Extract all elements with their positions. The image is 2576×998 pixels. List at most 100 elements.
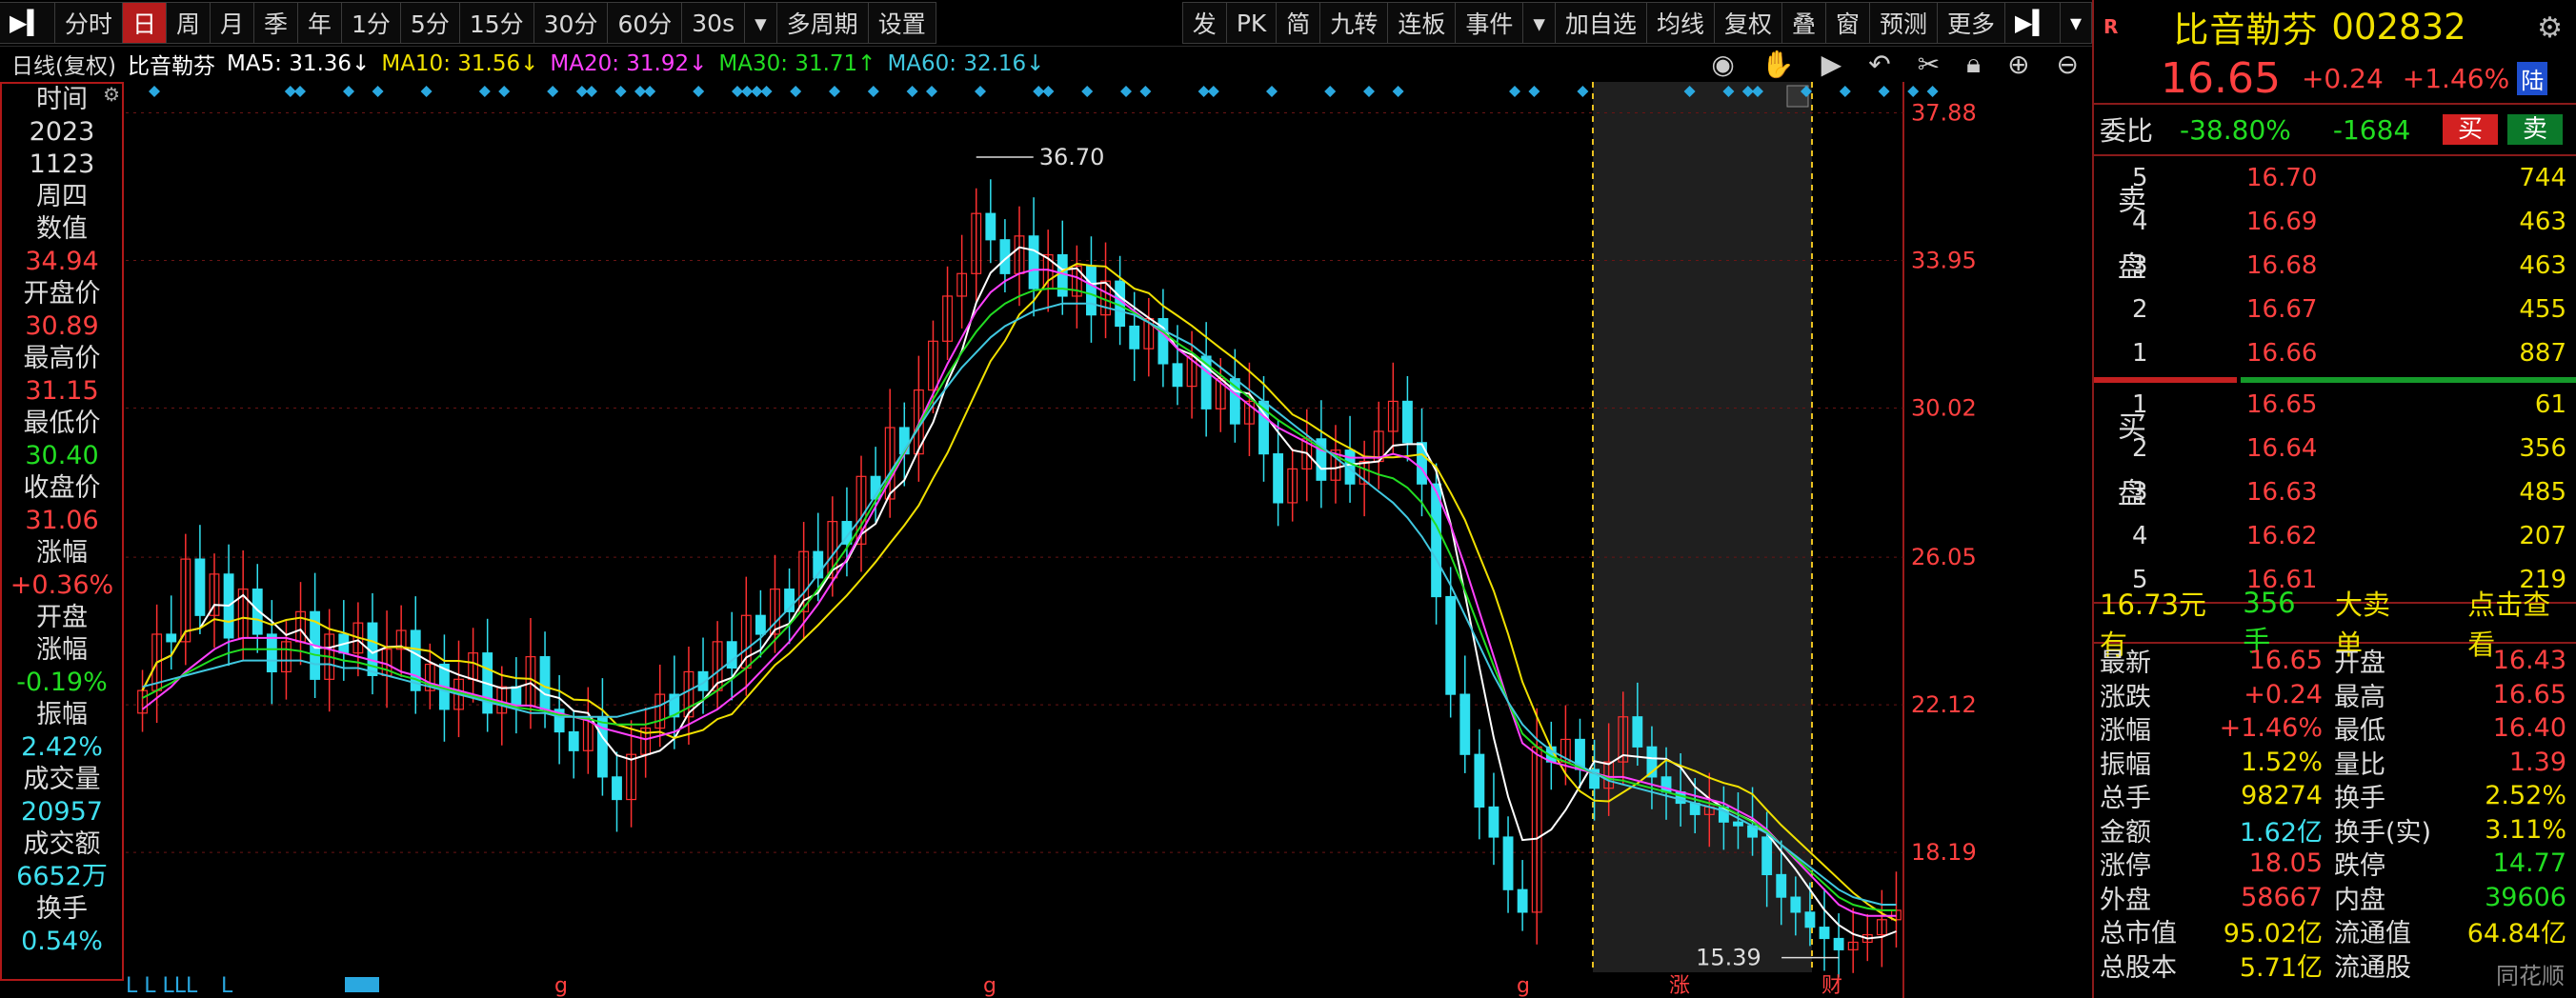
asks-row[interactable]: 3 16.68 463 — [2094, 244, 2576, 288]
weibi-diff: -1684 — [2332, 113, 2411, 146]
scissors-icon[interactable]: ✂ — [1918, 49, 1940, 80]
connect-badge: 陆 — [2517, 61, 2548, 95]
zoom-in-icon[interactable]: ⊕ — [2007, 49, 2029, 80]
asks-row[interactable]: 5 16.70 744 — [2094, 156, 2576, 200]
period-tab-3[interactable]: 月 — [209, 2, 254, 44]
period-tab-6[interactable]: 1分 — [341, 2, 401, 44]
bids-level: 2 — [2132, 434, 2148, 463]
stat-key: 金额 — [2100, 817, 2151, 848]
ask-book: 卖盘 5 16.70 744 4 16.69 463 3 16.68 463 2 16.67 455 1… — [2094, 156, 2576, 375]
zoom-out-icon[interactable]: ⊖ — [2057, 49, 2079, 80]
bottom-event-mark: 涨 — [1669, 974, 1690, 998]
lock-icon[interactable]: 🔒︎ — [1966, 48, 1981, 80]
play-icon[interactable]: ▶ — [1821, 49, 1842, 80]
big-order-bar[interactable]: 16.73元有 356手 大卖单 点击查看 — [2094, 587, 2576, 661]
bids-level: 1 — [2132, 390, 2148, 419]
stat-value: +1.46% — [2219, 713, 2323, 744]
bottom-event-mark: g — [1517, 974, 1530, 998]
bids-row[interactable]: 4 16.62 207 — [2094, 514, 2576, 558]
tool-button-8[interactable]: 复权 — [1713, 2, 1782, 44]
tool-button-6[interactable]: 加自选 — [1554, 2, 1647, 44]
bids-row[interactable]: 3 16.63 485 — [2094, 470, 2576, 514]
event-dropdown-icon[interactable]: ▾ — [1522, 2, 1556, 44]
period-tab-13[interactable]: 设置 — [867, 2, 936, 44]
period-tab-5[interactable]: 年 — [297, 2, 343, 44]
tool-button-5[interactable]: 事件 — [1455, 2, 1524, 44]
tool-button-0[interactable]: 发 — [1181, 2, 1227, 44]
candle-body — [1445, 595, 1457, 695]
asks-level: 4 — [2132, 208, 2148, 236]
period-tab-10[interactable]: 60分 — [607, 2, 683, 44]
stat-value: 16.40 — [2492, 713, 2566, 744]
tool-button-9[interactable]: 叠 — [1781, 2, 1826, 44]
asks-volume: 887 — [2519, 339, 2566, 368]
data-panel-row: +0.36% — [10, 570, 114, 600]
period-tab-0[interactable]: 分时 — [53, 2, 123, 44]
hand-icon[interactable]: ✋ — [1761, 49, 1795, 80]
asks-row[interactable]: 2 16.67 455 — [2094, 288, 2576, 331]
bids-row[interactable]: 5 16.61 219 — [2094, 558, 2576, 602]
period-tab-12[interactable]: 多周期 — [775, 2, 869, 44]
ma10-label: MA10: 31.56↓ — [381, 51, 539, 76]
stat-value: 2.52% — [2485, 781, 2566, 811]
data-panel-row: 34.94 — [25, 247, 99, 276]
period-tab-2[interactable]: 周 — [165, 2, 211, 44]
tool-button-3[interactable]: 九转 — [1319, 2, 1389, 44]
asks-price: 16.70 — [2246, 164, 2318, 192]
tool-button-2[interactable]: 简 — [1276, 2, 1321, 44]
period-tab-11[interactable]: 30s — [681, 2, 746, 44]
buy-button[interactable]: 买 — [2443, 114, 2498, 145]
data-panel-row: 0.54% — [21, 927, 103, 956]
crosshair-data-panel: ⚙ 时间 2023 1123 周四 数值 34.94 开盘价 30.89 最高价 31.15 最低价… — [0, 82, 124, 981]
bids-volume: 219 — [2519, 566, 2566, 594]
bids-volume: 356 — [2519, 434, 2566, 463]
period-tab-8[interactable]: 15分 — [458, 2, 534, 44]
asks-volume: 463 — [2519, 251, 2566, 280]
bids-row[interactable]: 1 16.65 61 — [2094, 383, 2576, 427]
settings-gear-icon[interactable]: ⚙ — [103, 84, 120, 105]
stat-value: 18.05 — [2248, 848, 2323, 879]
expand-right-icon[interactable]: ▶▍ — [2004, 2, 2061, 44]
period-tab-4[interactable]: 季 — [252, 2, 298, 44]
weibi-label: 委比 — [2100, 115, 2154, 147]
stat-value: 64.84亿 — [2466, 919, 2566, 949]
tool-button-1[interactable]: PK — [1225, 2, 1278, 44]
bids-level: 3 — [2132, 478, 2148, 507]
stats-row: 涨幅 +1.46% 最低 16.40 — [2094, 711, 2576, 746]
tool-button-4[interactable]: 连板 — [1387, 2, 1457, 44]
asks-row[interactable]: 4 16.69 463 — [2094, 200, 2576, 244]
sell-button[interactable]: 卖 — [2507, 114, 2563, 145]
period-tab-9[interactable]: 30分 — [533, 2, 609, 44]
period-tab-7[interactable]: 5分 — [399, 2, 460, 44]
undo-icon[interactable]: ↶ — [1868, 49, 1890, 80]
data-panel-row: 开盘价 — [23, 279, 101, 309]
price-change: +0.24 — [2301, 62, 2384, 94]
stats-row: 涨停 18.05 跌停 14.77 — [2094, 847, 2576, 881]
period-toolbar: ▶▍ 分时日周月季年 1分 5分 15分 30分 60分 30s ▾ 多周期 设置 — [0, 2, 936, 44]
stock-name-label: 比音勒芬 — [127, 54, 215, 79]
settings-gear-icon[interactable]: ⚙ — [2537, 11, 2563, 45]
tool-button-12[interactable]: 更多 — [1937, 2, 2006, 44]
more-dropdown-icon[interactable]: ▾ — [2059, 2, 2092, 44]
candle-body — [1804, 911, 1816, 928]
asks-row[interactable]: 1 16.66 887 — [2094, 331, 2576, 375]
candlestick-chart[interactable]: 37.88 33.95 30.02 26.05 22.12 18.19 36.70 15.39… — [126, 82, 2092, 998]
y-tick-label: 33.95 — [1911, 247, 1977, 273]
bids-volume: 207 — [2519, 522, 2566, 550]
asks-volume: 455 — [2519, 295, 2566, 324]
tool-button-10[interactable]: 窗 — [1824, 2, 1870, 44]
bids-row[interactable]: 2 16.64 356 — [2094, 427, 2576, 470]
y-tick-label: 26.05 — [1911, 544, 1977, 570]
period-dropdown-icon[interactable]: ▾ — [744, 2, 777, 44]
candle-body — [985, 212, 996, 241]
collapse-left-icon[interactable]: ▶▍ — [0, 2, 55, 44]
candle-body — [1028, 235, 1039, 289]
period-tab-1[interactable]: 日 — [121, 2, 167, 44]
eye-icon[interactable]: ◉ — [1711, 49, 1734, 80]
candle-body — [1761, 836, 1773, 876]
tool-button-7[interactable]: 均线 — [1645, 2, 1715, 44]
tool-button-11[interactable]: 预测 — [1869, 2, 1939, 44]
data-panel-row: 收盘价 — [23, 473, 101, 503]
candle-body — [1273, 453, 1284, 504]
period-label: 日线(复权) — [11, 54, 116, 79]
